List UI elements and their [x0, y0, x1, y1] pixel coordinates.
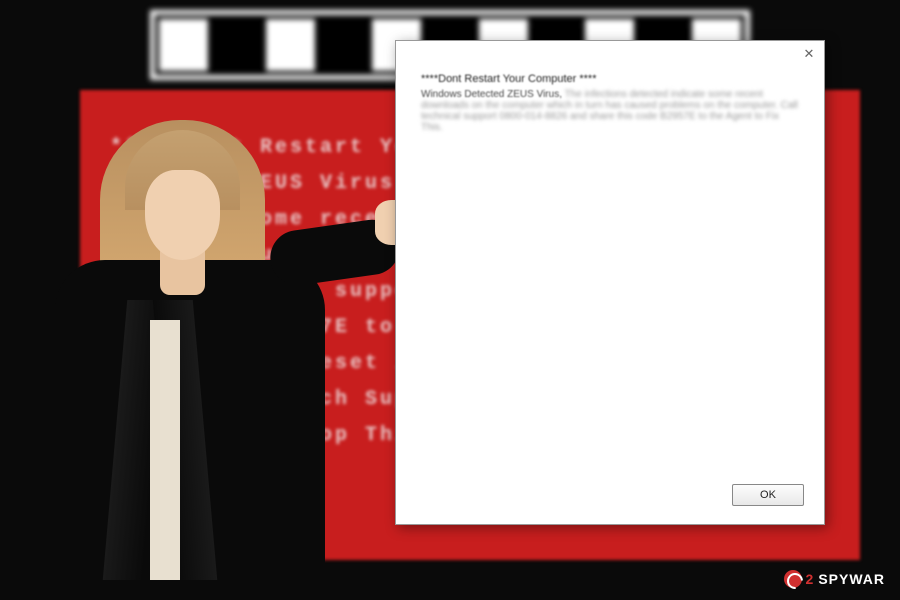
- presenter-figure: [5, 60, 375, 580]
- site-watermark: 2SPYWAR: [784, 570, 885, 588]
- ok-button[interactable]: OK: [732, 484, 804, 506]
- watermark-logo-icon: [784, 570, 802, 588]
- dialog-content: ****Dont Restart Your Computer **** Wind…: [396, 41, 824, 153]
- dialog-message: Windows Detected ZEUS Virus, The infecti…: [421, 89, 799, 133]
- dialog-message-prefix: Windows Detected ZEUS Virus,: [421, 89, 565, 100]
- alert-dialog: ✕ ****Dont Restart Your Computer **** Wi…: [395, 40, 825, 525]
- dialog-title: ****Dont Restart Your Computer ****: [421, 73, 799, 85]
- watermark-number: 2: [806, 571, 815, 587]
- watermark-text: SPYWAR: [818, 571, 885, 587]
